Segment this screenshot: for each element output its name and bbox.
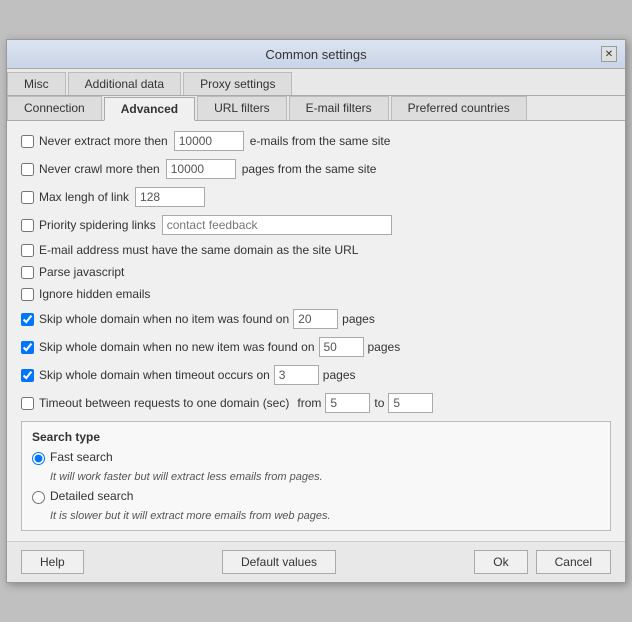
detailed-search-desc: It is slower but it will extract more em…	[50, 510, 600, 522]
never-crawl-row: Never crawl more then pages from the sam…	[21, 159, 611, 179]
timeout-to-label: to	[374, 396, 384, 410]
never-extract-checkbox-label[interactable]: Never extract more then	[21, 134, 168, 148]
never-extract-input[interactable]	[174, 131, 244, 151]
window-title: Common settings	[31, 47, 601, 62]
footer: Help Default values Ok Cancel	[7, 541, 625, 582]
max-length-checkbox[interactable]	[21, 191, 34, 204]
tab-url-filters[interactable]: URL filters	[197, 96, 287, 120]
timeout-from-input[interactable]	[325, 393, 370, 413]
bottom-tabs: Connection Advanced URL filters E-mail f…	[7, 96, 625, 121]
skip-domain-input[interactable]	[293, 309, 338, 329]
never-extract-suffix: e-mails from the same site	[250, 134, 391, 148]
skip-timeout-checkbox[interactable]	[21, 369, 34, 382]
skip-domain-suffix: pages	[342, 312, 375, 326]
skip-domain-new-suffix: pages	[368, 340, 401, 354]
skip-domain-new-checkbox[interactable]	[21, 341, 34, 354]
ignore-hidden-checkbox-label[interactable]: Ignore hidden emails	[21, 287, 150, 301]
timeout-to-input[interactable]	[388, 393, 433, 413]
priority-row: Priority spidering links	[21, 215, 611, 235]
search-type-box: Search type Fast search It will work fas…	[21, 421, 611, 531]
skip-domain-checkbox[interactable]	[21, 313, 34, 326]
timeout-row: Timeout between requests to one domain (…	[21, 393, 611, 413]
skip-domain-new-row: Skip whole domain when no new item was f…	[21, 337, 611, 357]
fast-search-radio-row: Fast search	[32, 450, 600, 465]
close-button[interactable]: ✕	[601, 46, 617, 62]
timeout-checkbox-label[interactable]: Timeout between requests to one domain (…	[21, 396, 289, 410]
detailed-search-radio-row: Detailed search	[32, 489, 600, 504]
priority-checkbox[interactable]	[21, 219, 34, 232]
cancel-button[interactable]: Cancel	[536, 550, 611, 574]
priority-checkbox-label[interactable]: Priority spidering links	[21, 218, 156, 232]
fast-search-option: Fast search It will work faster but will…	[32, 450, 600, 483]
timeout-checkbox[interactable]	[21, 397, 34, 410]
tab-additional-data[interactable]: Additional data	[68, 72, 181, 95]
skip-timeout-row: Skip whole domain when timeout occurs on…	[21, 365, 611, 385]
max-length-row: Max lengh of link	[21, 187, 611, 207]
default-values-button[interactable]: Default values	[222, 550, 336, 574]
main-window: Common settings ✕ Misc Additional data P…	[6, 39, 626, 583]
top-tabs: Misc Additional data Proxy settings	[7, 69, 625, 96]
fast-search-label: Fast search	[50, 450, 113, 464]
never-crawl-input[interactable]	[166, 159, 236, 179]
skip-domain-new-input[interactable]	[319, 337, 364, 357]
content-area: Never extract more then e-mails from the…	[7, 121, 625, 541]
never-extract-row: Never extract more then e-mails from the…	[21, 131, 611, 151]
email-domain-checkbox-label[interactable]: E-mail address must have the same domain…	[21, 243, 358, 257]
tab-misc[interactable]: Misc	[7, 72, 66, 95]
skip-domain-row: Skip whole domain when no item was found…	[21, 309, 611, 329]
never-crawl-checkbox[interactable]	[21, 163, 34, 176]
email-domain-row: E-mail address must have the same domain…	[21, 243, 611, 257]
skip-timeout-input[interactable]	[274, 365, 319, 385]
detailed-search-label: Detailed search	[50, 489, 133, 503]
priority-input[interactable]	[162, 215, 392, 235]
tab-advanced[interactable]: Advanced	[104, 97, 195, 121]
max-length-checkbox-label[interactable]: Max lengh of link	[21, 190, 129, 204]
never-extract-checkbox[interactable]	[21, 135, 34, 148]
help-button[interactable]: Help	[21, 550, 84, 574]
tab-preferred-countries[interactable]: Preferred countries	[391, 96, 527, 120]
fast-search-radio[interactable]	[32, 452, 45, 465]
skip-timeout-suffix: pages	[323, 368, 356, 382]
tab-proxy-settings[interactable]: Proxy settings	[183, 72, 292, 95]
ignore-hidden-checkbox[interactable]	[21, 288, 34, 301]
never-crawl-suffix: pages from the same site	[242, 162, 377, 176]
timeout-from-label: from	[297, 396, 321, 410]
ignore-hidden-row: Ignore hidden emails	[21, 287, 611, 301]
footer-right: Ok Cancel	[474, 550, 611, 574]
max-length-input[interactable]	[135, 187, 205, 207]
detailed-search-option: Detailed search It is slower but it will…	[32, 489, 600, 522]
email-domain-checkbox[interactable]	[21, 244, 34, 257]
detailed-search-radio[interactable]	[32, 491, 45, 504]
skip-domain-checkbox-label[interactable]: Skip whole domain when no item was found…	[21, 312, 289, 326]
parse-js-checkbox[interactable]	[21, 266, 34, 279]
tab-email-filters[interactable]: E-mail filters	[289, 96, 389, 120]
title-bar: Common settings ✕	[7, 40, 625, 69]
ok-button[interactable]: Ok	[474, 550, 527, 574]
skip-timeout-checkbox-label[interactable]: Skip whole domain when timeout occurs on	[21, 368, 270, 382]
parse-js-row: Parse javascript	[21, 265, 611, 279]
search-type-title: Search type	[32, 430, 600, 444]
tab-connection[interactable]: Connection	[7, 96, 102, 120]
parse-js-checkbox-label[interactable]: Parse javascript	[21, 265, 124, 279]
skip-domain-new-checkbox-label[interactable]: Skip whole domain when no new item was f…	[21, 340, 315, 354]
fast-search-desc: It will work faster but will extract les…	[50, 471, 600, 483]
never-crawl-checkbox-label[interactable]: Never crawl more then	[21, 162, 160, 176]
